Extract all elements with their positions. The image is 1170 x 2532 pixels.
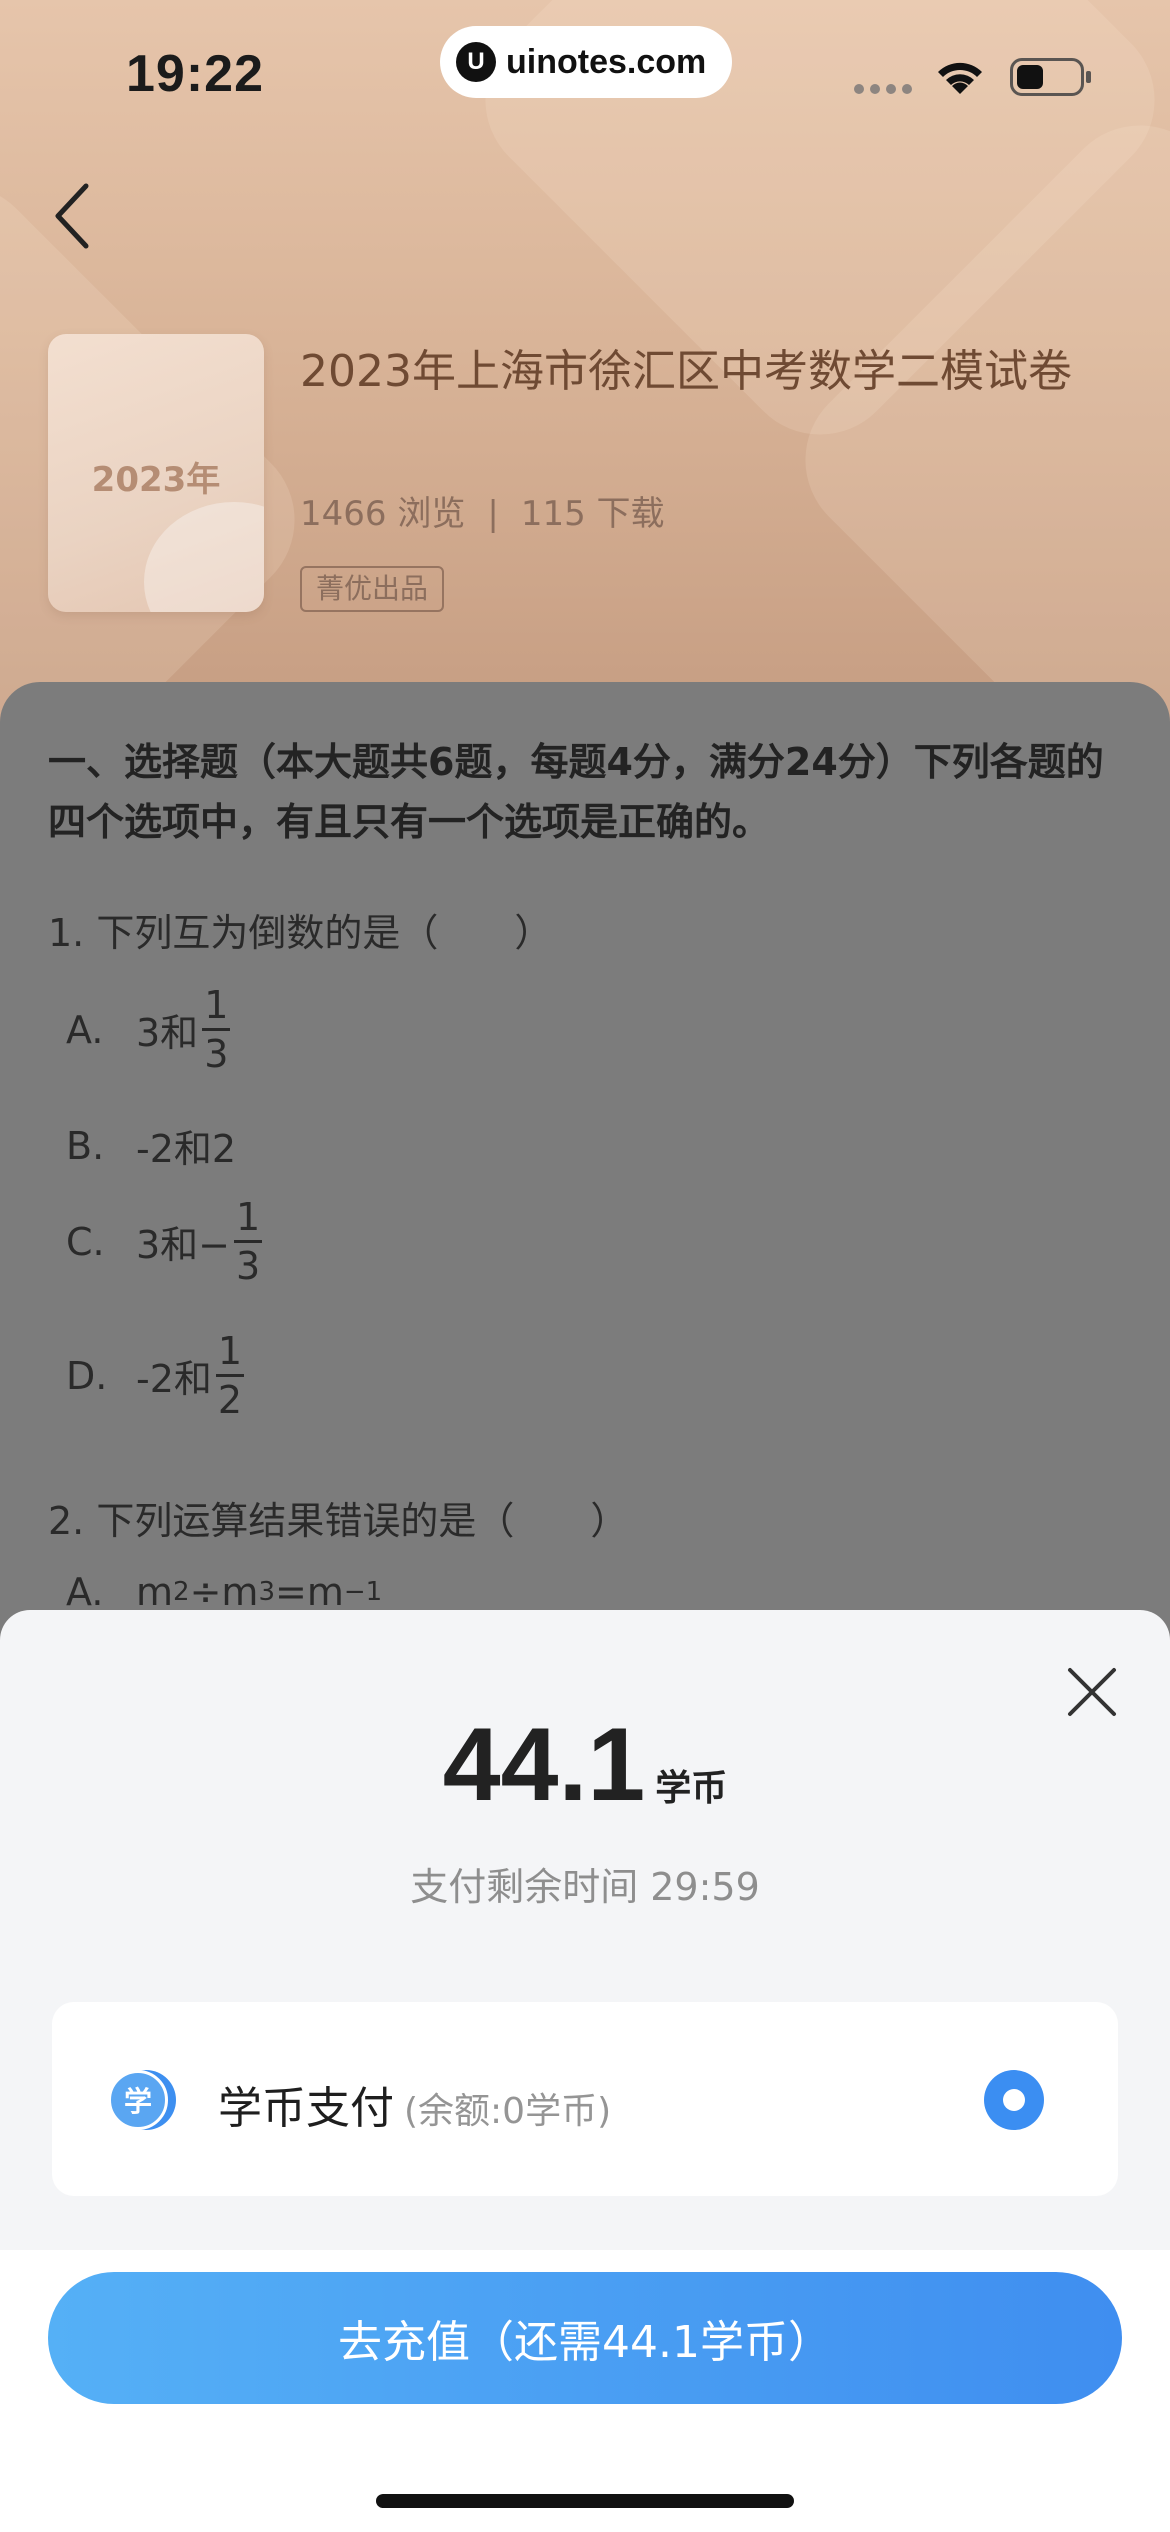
countdown-label: 支付剩余时间 [410,1865,639,1909]
radio-selected-icon[interactable] [984,2070,1044,2130]
download-count: 115 下载 [520,494,665,534]
document-cover: 2023年 [48,334,264,612]
payment-countdown: 支付剩余时间 29:59 [0,1856,1170,1911]
fraction: 13 [234,1195,263,1288]
stats-separator: | [487,494,499,534]
question-2: 2. 下列运算结果错误的是（ ） [48,1499,629,1543]
payment-amount-row: 44.1 学币 [0,1706,1170,1825]
q2-option-a[interactable]: A. m 2 ÷m 3 =m −1 [66,1570,382,1614]
question-1: 1. 下列互为倒数的是（ ） [48,911,553,955]
payment-method-card[interactable]: 学 学币支付 (余额:0学币) [52,2002,1118,2196]
coin-balance: (余额:0学币) [404,2091,612,2132]
signal-icon [854,84,914,94]
amount-unit: 学币 [655,1768,728,1809]
section-intro: 一、选择题（本大题共6题，每题4分，满分24分）下列各题的四个选项中，有且只有一… [48,740,1104,844]
watermark-text: uinotes.com [506,42,707,81]
payment-sheet: 44.1 学币 支付剩余时间 29:59 学 学币支付 (余额:0学币) 去充值（还需… [0,1610,1170,2532]
status-time: 19:22 [126,45,264,103]
watermark-pill: U uinotes.com [440,26,732,98]
back-icon[interactable] [46,178,102,254]
wifi-icon [938,62,982,94]
home-indicator [376,2494,794,2508]
publisher-tag: 菁优出品 [300,566,445,612]
view-count: 1466 浏览 [300,494,466,534]
payment-method-label: 学币支付 (余额:0学币) [218,2083,612,2134]
q1-option-a[interactable]: A. 3和 13 [66,982,231,1077]
q1-option-d[interactable]: D. -2和 12 [66,1328,245,1423]
fraction: 13 [202,983,231,1076]
countdown-value: 29:59 [650,1865,760,1909]
payment-amount: 44.1 [442,1707,646,1823]
q1-option-c[interactable]: C. 3和− 13 [66,1194,263,1289]
document-title: 2023年上海市徐汇区中考数学二模试卷 [300,346,1072,397]
battery-icon [1010,58,1091,96]
screen: 19:22 U uinotes.com 2023年 2023年上海市徐汇区中考数… [0,0,1170,2532]
fraction: 12 [215,1329,245,1422]
document-stats: 1466 浏览 | 115 下载 [300,486,665,535]
recharge-button[interactable]: 去充值（还需44.1学币） [48,2272,1122,2404]
watermark-logo-icon: U [456,42,496,82]
cover-year: 2023年 [91,460,221,500]
q1-option-b[interactable]: B. -2和2 [66,1118,236,1173]
coin-icon: 学 [108,2070,176,2130]
status-bar: 19:22 U uinotes.com [0,0,1170,140]
